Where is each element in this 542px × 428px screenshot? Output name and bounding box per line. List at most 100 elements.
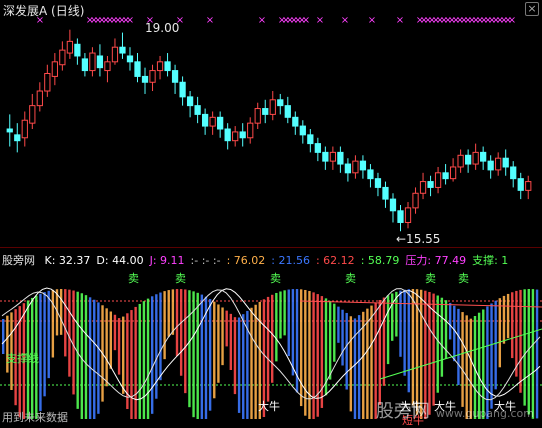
candle-body bbox=[299, 125, 306, 136]
sell-label: 卖 bbox=[175, 272, 186, 285]
indicator-bar bbox=[93, 299, 96, 419]
indicator-bar bbox=[266, 296, 270, 402]
candle-body bbox=[480, 151, 487, 162]
candle-body bbox=[510, 166, 517, 180]
indicator-bar bbox=[213, 301, 216, 399]
candle-body bbox=[36, 90, 43, 107]
candle-body bbox=[262, 108, 269, 115]
signal-mark: × bbox=[206, 15, 214, 26]
indicator-bar bbox=[506, 293, 510, 339]
candle-body bbox=[224, 128, 231, 142]
candle-body bbox=[29, 105, 36, 124]
indicator-bar bbox=[233, 317, 237, 395]
watermark: 股旁网 www.gupang.com bbox=[376, 397, 534, 423]
high-price-label: 19.00 bbox=[145, 21, 180, 35]
indicator-bar bbox=[333, 303, 336, 362]
candle-body bbox=[201, 113, 209, 127]
indicator-bar bbox=[47, 290, 50, 379]
indicator-bar bbox=[407, 289, 410, 393]
indicator-value: :- :- :- bbox=[190, 254, 221, 267]
indicator-bar bbox=[399, 290, 402, 357]
indicator-bar bbox=[142, 301, 146, 419]
candle-body bbox=[472, 151, 479, 165]
indicator-bar bbox=[130, 310, 133, 419]
indicator-bar bbox=[171, 289, 175, 335]
candle-body bbox=[81, 58, 89, 72]
candle-body bbox=[344, 163, 352, 174]
indicator-bar bbox=[188, 290, 191, 408]
indicator-bar bbox=[403, 289, 406, 376]
indicator-bar bbox=[386, 295, 390, 365]
candle-body bbox=[307, 134, 314, 145]
indicator-bar bbox=[146, 298, 150, 419]
candle-body bbox=[194, 105, 201, 115]
candle-body bbox=[427, 181, 434, 188]
indicator-value: : 58.79 bbox=[360, 254, 400, 267]
indicator-bar bbox=[411, 289, 415, 406]
candle-body bbox=[404, 207, 412, 223]
candle-body bbox=[277, 99, 284, 107]
indicator-value: 支撑: 1 bbox=[472, 254, 509, 267]
indicator-bar bbox=[366, 308, 369, 419]
indicator-bar bbox=[312, 292, 315, 419]
candle-body bbox=[134, 61, 141, 77]
indicator-bar bbox=[2, 319, 5, 354]
signal-mark: × bbox=[508, 15, 516, 26]
candle-body bbox=[89, 52, 96, 72]
indicator-bar bbox=[291, 289, 295, 376]
bull-label: 大牛 bbox=[258, 400, 280, 413]
indicator-bar bbox=[80, 293, 84, 419]
indicator-bar bbox=[138, 303, 141, 419]
indicator-bar bbox=[167, 290, 170, 337]
price-chart-panel[interactable]: × × × × × × × × × × × × × × × × × × × × × × × × × × × × × × × × × × × × × × × ×… bbox=[0, 0, 542, 248]
indicator-value: : 76.02 bbox=[226, 254, 266, 267]
signal-mark: × bbox=[368, 15, 376, 26]
indicator-bar bbox=[349, 316, 353, 412]
candle-body bbox=[397, 210, 404, 223]
candle-body bbox=[284, 105, 291, 118]
indicator-bar bbox=[308, 291, 311, 419]
candle-body bbox=[217, 116, 224, 130]
candle-body bbox=[141, 75, 149, 83]
candle-body bbox=[44, 73, 51, 92]
indicator-bar bbox=[221, 307, 224, 366]
watermark-text: 股旁网 bbox=[375, 401, 430, 422]
close-icon[interactable]: × bbox=[525, 2, 539, 16]
indicator-bar bbox=[113, 314, 117, 351]
indicator-bar bbox=[122, 316, 125, 394]
sell-label: 卖 bbox=[458, 272, 469, 285]
candle-body bbox=[156, 61, 164, 72]
candle-body bbox=[126, 55, 134, 63]
indicator-bar bbox=[250, 307, 253, 419]
indicator-bar bbox=[353, 318, 357, 419]
indicator-bar bbox=[159, 292, 162, 381]
candle-body bbox=[254, 108, 261, 124]
indicator-value: 压力: 77.49 bbox=[405, 254, 467, 267]
indicator-bar bbox=[283, 290, 286, 336]
signal-mark: × bbox=[396, 15, 404, 26]
candle-body bbox=[314, 143, 321, 153]
indicator-bar bbox=[279, 291, 282, 339]
indicator-bar bbox=[105, 308, 108, 387]
indicator-bar bbox=[453, 305, 456, 362]
indicator-bar bbox=[88, 297, 92, 419]
support-label: 支撑线 bbox=[6, 352, 39, 365]
indicator-bar bbox=[134, 306, 137, 419]
indicator-bar bbox=[436, 295, 439, 393]
candle-body bbox=[209, 116, 216, 127]
candle-body bbox=[322, 151, 329, 162]
candle-body bbox=[269, 99, 276, 115]
indicator-bar bbox=[378, 299, 381, 405]
candle-body bbox=[104, 61, 111, 72]
stock-name: 深发展A bbox=[3, 4, 48, 18]
candle-body bbox=[352, 160, 359, 174]
indicator-bar bbox=[179, 289, 183, 376]
candle-body bbox=[495, 157, 502, 171]
indicator-bar bbox=[502, 295, 506, 344]
candle-body bbox=[367, 169, 374, 180]
indicator-bar bbox=[59, 289, 63, 335]
candle-body bbox=[21, 119, 28, 139]
sell-label: 卖 bbox=[128, 272, 139, 285]
indicator-bar bbox=[117, 318, 121, 375]
candle-body bbox=[14, 134, 21, 142]
